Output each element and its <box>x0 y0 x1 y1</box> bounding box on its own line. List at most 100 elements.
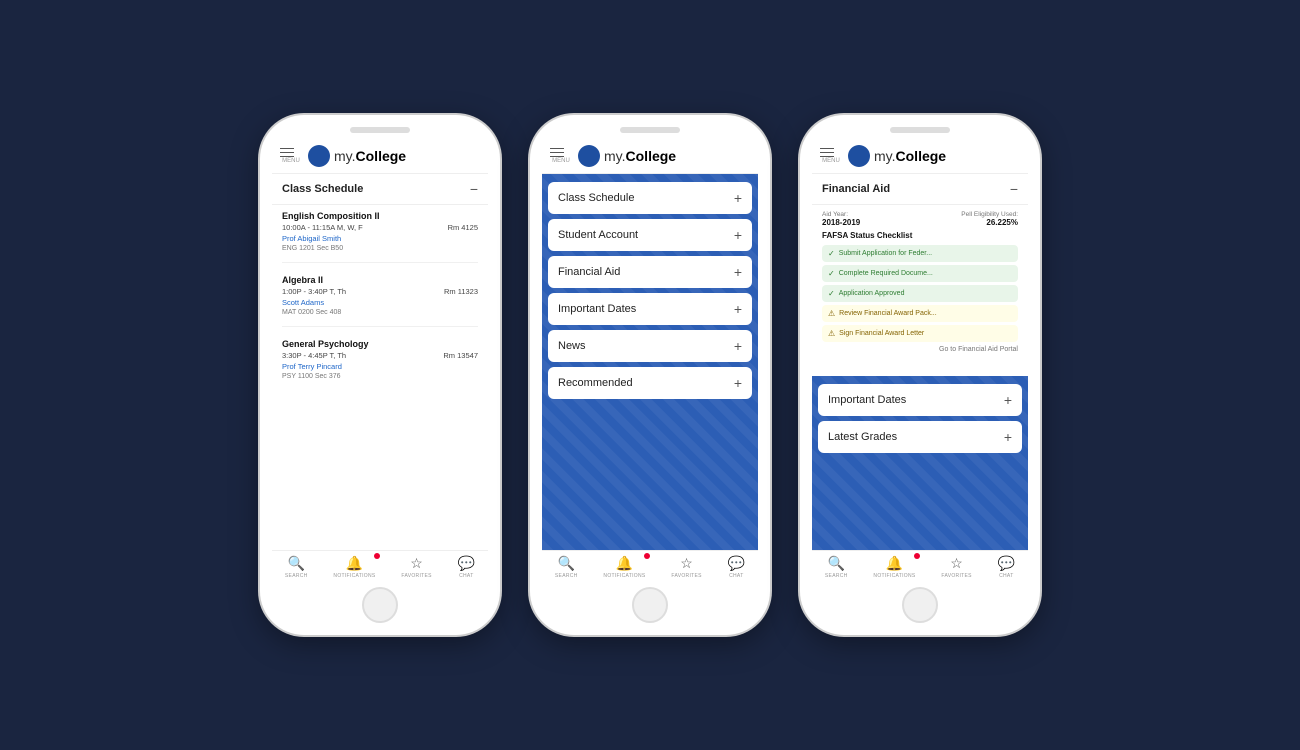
class-item: General Psychology 3:30P - 4:45P T, Th R… <box>282 339 478 390</box>
check-icon: ✓ <box>828 269 835 278</box>
financial-content: Aid Year: 2018-2019 Pell Eligibility Use… <box>812 205 1028 376</box>
bottom-accordion-icon: + <box>1004 393 1012 407</box>
accordion-item[interactable]: Financial Aid + <box>548 256 752 288</box>
class-prof[interactable]: Scott Adams <box>282 298 478 307</box>
checklist-item[interactable]: ⚠Sign Financial Award Letter <box>822 325 1018 342</box>
financial-screen: Financial Aid − Aid Year: 2018-2019 Pell… <box>812 174 1028 550</box>
accordion-expand-icon: + <box>734 302 742 316</box>
phone-notch-1 <box>350 127 410 133</box>
home-button-1[interactable] <box>362 587 398 623</box>
bell-icon-1: 🔔 <box>346 555 363 572</box>
nav-favorites-2[interactable]: ☆ FAVORITES <box>671 555 701 579</box>
accordion-item[interactable]: Important Dates + <box>548 293 752 325</box>
checklist-item[interactable]: ✓ Complete Required Docume... <box>822 265 1018 282</box>
checklist-item[interactable]: ✓Application Approved <box>822 285 1018 302</box>
accordion-label: Student Account <box>558 229 638 241</box>
accordion-item[interactable]: Recommended + <box>548 367 752 399</box>
menu-icon-2[interactable] <box>550 148 564 158</box>
phone-3: MENU my.College Financial Aid − Aid Year… <box>800 115 1040 635</box>
class-code: PSY 1100 Sec 376 <box>282 373 478 380</box>
warn-icon: ⚠ <box>828 309 835 318</box>
bottom-nav-3: 🔍 SEARCH 🔔 NOTIFICATIONS ☆ FAVORITES 💬 C… <box>812 550 1028 581</box>
accordion-item[interactable]: News + <box>548 330 752 362</box>
app-header-3: MENU my.College <box>812 139 1028 174</box>
logo-circle-3 <box>848 145 870 167</box>
accordion-expand-icon: + <box>734 339 742 353</box>
menu-icon-1[interactable] <box>280 148 294 158</box>
portal-link[interactable]: Go to Financial Aid Portal <box>822 346 1018 353</box>
schedule-title: Class Schedule <box>282 183 363 195</box>
bottom-accordion-item[interactable]: Latest Grades + <box>818 421 1022 453</box>
class-time: 3:30P - 4:45P T, Th Rm 13547 <box>282 351 478 360</box>
nav-favorites-3[interactable]: ☆ FAVORITES <box>941 555 971 579</box>
financial-title: Financial Aid <box>822 183 890 195</box>
class-prof[interactable]: Prof Terry Pincard <box>282 362 478 371</box>
home-button-2[interactable] <box>632 587 668 623</box>
financial-header: Financial Aid − <box>812 174 1028 205</box>
aid-year-value: 2018-2019 <box>822 218 860 227</box>
bell-icon-2: 🔔 <box>616 555 633 572</box>
accordion-label: Financial Aid <box>558 266 620 278</box>
nav-search-3[interactable]: 🔍 SEARCH <box>825 555 848 579</box>
star-icon-1: ☆ <box>410 555 423 572</box>
schedule-collapse-btn[interactable]: − <box>470 181 478 197</box>
bottom-accordion-icon: + <box>1004 430 1012 444</box>
notification-badge-1 <box>374 553 380 559</box>
logo-text-3: my.College <box>874 148 946 164</box>
nav-notifications-2[interactable]: 🔔 NOTIFICATIONS <box>603 555 645 579</box>
phone-2-screen: MENU my.College Class Schedule + Student… <box>542 139 758 581</box>
checklist-text: Application Approved <box>839 290 905 297</box>
pell-label: Pell Eligibility Used: <box>961 211 1018 218</box>
class-item: Algebra II 1:00P - 3:40P T, Th Rm 11323 … <box>282 275 478 327</box>
menu-label-2: MENU <box>552 158 570 164</box>
nav-notifications-1[interactable]: 🔔 NOTIFICATIONS <box>333 555 375 579</box>
phone-3-screen: MENU my.College Financial Aid − Aid Year… <box>812 139 1028 581</box>
home-button-3[interactable] <box>902 587 938 623</box>
aid-year-label: Aid Year: <box>822 211 860 218</box>
accordion-label: Recommended <box>558 377 633 389</box>
nav-chat-2[interactable]: 💬 CHAT <box>728 555 745 579</box>
accordion-item[interactable]: Student Account + <box>548 219 752 251</box>
checklist-item[interactable]: ⚠ Review Financial Award Pack... <box>822 305 1018 322</box>
fafsa-title: FAFSA Status Checklist <box>822 231 1018 240</box>
financial-collapse-btn[interactable]: − <box>1010 181 1018 197</box>
bottom-accordion-item[interactable]: Important Dates + <box>818 384 1022 416</box>
checklist-item[interactable]: ✓ Submit Application for Feder... <box>822 245 1018 262</box>
checklist-text: Submit Application for Feder... <box>839 250 932 257</box>
accordion-label: News <box>558 340 586 352</box>
class-item: English Composition II 10:00A - 11:15A M… <box>282 211 478 263</box>
logo-circle-2 <box>578 145 600 167</box>
class-prof[interactable]: Prof Abigail Smith <box>282 234 478 243</box>
checklist-text: Complete Required Docume... <box>839 270 933 277</box>
nav-favorites-1[interactable]: ☆ FAVORITES <box>401 555 431 579</box>
chat-icon-3: 💬 <box>998 555 1015 572</box>
accordion-area: Class Schedule + Student Account + Finan… <box>542 174 758 550</box>
class-name: General Psychology <box>282 339 478 349</box>
class-name: Algebra II <box>282 275 478 285</box>
nav-search-1[interactable]: 🔍 SEARCH <box>285 555 308 579</box>
menu-icon-3[interactable] <box>820 148 834 158</box>
nav-chat-3[interactable]: 💬 CHAT <box>998 555 1015 579</box>
nav-chat-1[interactable]: 💬 CHAT <box>458 555 475 579</box>
class-time: 10:00A - 11:15A M, W, F Rm 4125 <box>282 223 478 232</box>
class-code: ENG 1201 Sec B50 <box>282 245 478 252</box>
search-icon-1: 🔍 <box>288 555 305 572</box>
bottom-accordion-label: Latest Grades <box>828 431 897 443</box>
search-icon-2: 🔍 <box>558 555 575 572</box>
bottom-accordion-label: Important Dates <box>828 394 906 406</box>
financial-bottom: Important Dates + Latest Grades + <box>812 376 1028 551</box>
logo-text-1: my.College <box>334 148 406 164</box>
bell-icon-3: 🔔 <box>886 555 903 572</box>
check-icon: ✓ <box>828 249 835 258</box>
logo-text-2: my.College <box>604 148 676 164</box>
class-name: English Composition II <box>282 211 478 221</box>
nav-notifications-3[interactable]: 🔔 NOTIFICATIONS <box>873 555 915 579</box>
accordion-label: Class Schedule <box>558 192 634 204</box>
checklist-text: Review Financial Award Pack... <box>839 310 937 317</box>
accordion-item[interactable]: Class Schedule + <box>548 182 752 214</box>
bottom-nav-1: 🔍 SEARCH 🔔 NOTIFICATIONS ☆ FAVORITES 💬 C… <box>272 550 488 581</box>
chat-icon-1: 💬 <box>458 555 475 572</box>
nav-search-2[interactable]: 🔍 SEARCH <box>555 555 578 579</box>
phone-notch-2 <box>620 127 680 133</box>
notification-badge-2 <box>644 553 650 559</box>
